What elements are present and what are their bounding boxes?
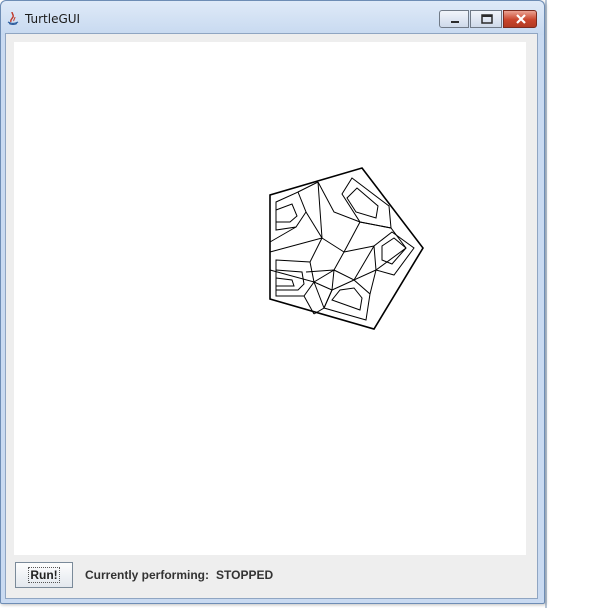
background-app: [540, 0, 616, 608]
minimize-button[interactable]: [439, 10, 469, 28]
status-label: Currently performing:: [85, 568, 210, 582]
turtle-gui-window: TurtleGUI Run! Currently performing: STO…: [0, 0, 545, 604]
restore-icon: [481, 14, 493, 24]
content-pane: Run! Currently performing: STOPPED: [5, 33, 538, 599]
window-title: TurtleGUI: [25, 12, 81, 26]
background-divider: [545, 0, 547, 608]
title-bar[interactable]: TurtleGUI: [1, 1, 544, 35]
java-app-icon: [7, 11, 19, 25]
run-button-label: Run!: [28, 567, 60, 583]
close-icon: [516, 14, 526, 24]
run-button[interactable]: Run!: [15, 562, 73, 588]
status-value: STOPPED: [216, 568, 274, 582]
turtle-canvas: [14, 42, 526, 555]
minimize-icon: [451, 21, 459, 23]
maximize-button[interactable]: [470, 10, 502, 28]
turtle-drawing: [269, 167, 424, 330]
close-button[interactable]: [503, 10, 537, 28]
